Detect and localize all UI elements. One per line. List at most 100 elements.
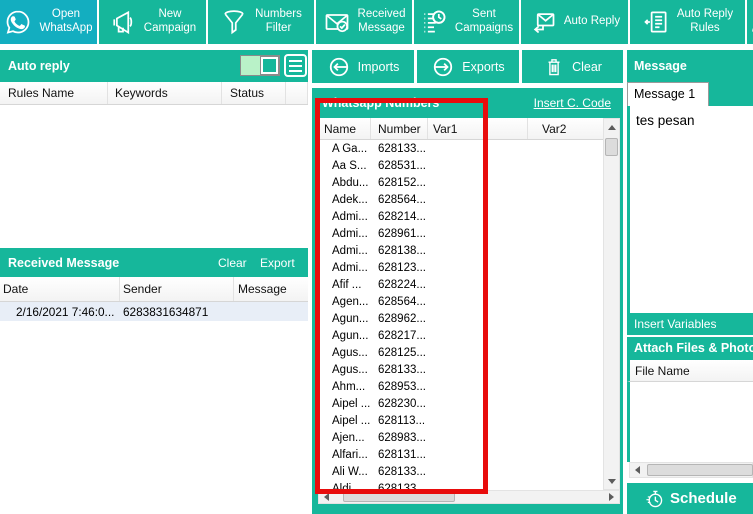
received-table-header: Date Sender Message (0, 277, 308, 302)
menu-icon[interactable] (284, 54, 307, 77)
received-message-button[interactable]: Received Message (316, 0, 412, 44)
received-table-rows: 2/16/2021 7:46:0...6283831634871 (0, 302, 308, 321)
scroll-left-button[interactable] (630, 463, 644, 477)
table-row[interactable]: Admi...628138... (318, 242, 603, 259)
insert-variables-button[interactable]: Insert Variables (627, 313, 753, 335)
cell-name: Admi... (318, 211, 371, 223)
column-header-var2[interactable]: Var2 (528, 118, 603, 139)
numbers-horizontal-scrollbar[interactable] (318, 490, 620, 504)
tab-message-1[interactable]: Message 1 (627, 82, 709, 106)
cell-name: Ahm... (318, 381, 371, 393)
exports-button[interactable]: Exports (417, 50, 519, 83)
column-header-status[interactable]: Status (222, 82, 286, 104)
column-header-date[interactable]: Date (0, 277, 120, 301)
table-row[interactable]: Admi...628214... (318, 208, 603, 225)
column-header-keywords[interactable]: Keywords (108, 82, 222, 104)
table-row[interactable]: Ahm...628953... (318, 378, 603, 395)
column-header-message[interactable]: Message (234, 277, 308, 301)
imports-label: Imports (358, 60, 400, 74)
numbers-vertical-scrollbar[interactable] (603, 118, 620, 490)
cell-number: 628131... (371, 449, 451, 461)
column-header-file-name[interactable]: File Name (630, 360, 753, 381)
table-row[interactable]: Agun...628962... (318, 310, 603, 327)
scroll-up-button[interactable] (604, 119, 619, 135)
vertical-scroll-thumb[interactable] (605, 138, 618, 156)
received-export-button[interactable]: Export (260, 256, 295, 270)
auto-reply-button[interactable]: Auto Reply (521, 0, 628, 44)
cell-name: Aa S... (318, 160, 371, 172)
cell-name: Aipel ... (318, 398, 371, 410)
table-row[interactable]: Aa S...628531... (318, 157, 603, 174)
message-text-area[interactable]: tes pesan (627, 106, 753, 313)
sent-campaigns-button[interactable]: Sent Campaigns (414, 0, 519, 44)
message-horizontal-scrollbar[interactable] (629, 462, 753, 478)
column-header-filler (286, 82, 308, 104)
arrow-down-icon (608, 479, 616, 484)
insert-country-code-link[interactable]: Insert C. Code (534, 96, 611, 110)
column-header-number[interactable]: Number (371, 118, 428, 139)
column-header-rules-name[interactable]: Rules Name (0, 82, 108, 104)
clear-numbers-button[interactable]: Clear (522, 50, 623, 83)
column-header-sender[interactable]: Sender (120, 277, 234, 301)
new-campaign-button[interactable]: New Campaign (99, 0, 206, 44)
table-row[interactable]: Agen...628564... (318, 293, 603, 310)
horizontal-scroll-thumb[interactable] (343, 492, 455, 502)
envelope-check-icon (323, 8, 351, 36)
table-row[interactable]: Aipel ...628113... (318, 412, 603, 429)
imports-button[interactable]: Imports (312, 50, 414, 83)
cell-number: 628962... (371, 313, 451, 325)
schedule-label: Schedule (670, 490, 737, 507)
cell-number: 628983... (371, 432, 451, 444)
table-row[interactable]: Abdu...628152... (318, 174, 603, 191)
table-row[interactable]: A Ga...628133... (318, 140, 603, 157)
cell-name: Agus... (318, 347, 371, 359)
table-row[interactable]: Ajen...628983... (318, 429, 603, 446)
scroll-down-button[interactable] (604, 473, 619, 489)
table-row[interactable]: Agus...628125... (318, 344, 603, 361)
attach-files-header: Attach Files & Photos (627, 337, 753, 360)
app-window: { "colors": { "teal": "#16b79b", "cyan":… (0, 0, 753, 514)
table-row[interactable]: Admi...628123... (318, 259, 603, 276)
table-row[interactable]: Aipel ...628230... (318, 395, 603, 412)
auto-reply-rules-button[interactable]: Auto Reply Rules (630, 0, 745, 44)
arrow-left-icon (635, 466, 640, 474)
cell-name: Abdu... (318, 177, 371, 189)
table-row[interactable]: Afif ...628224... (318, 276, 603, 293)
table-row[interactable]: Admi...628961... (318, 225, 603, 242)
cell-name: A Ga... (318, 143, 371, 155)
toolbar-button-label: Sent Campaigns (455, 8, 513, 36)
toolbar-button-label: Open WhatsApp (39, 8, 92, 36)
toolbar-button-label: Auto Reply Rules (677, 8, 733, 36)
auto-reply-panel-header: Auto reply (0, 50, 308, 82)
scroll-right-button[interactable] (604, 491, 619, 503)
schedule-button[interactable]: Schedule (627, 483, 753, 514)
message-panel-title: Message (634, 59, 687, 73)
whatsapp-numbers-title: Whatsapp Numbers (322, 96, 439, 110)
cell-number: 628564... (371, 296, 451, 308)
table-row[interactable]: Agus...628133... (318, 361, 603, 378)
auto-reply-toggle[interactable] (240, 55, 280, 76)
cell-date: 2/16/2021 7:46:0... (0, 305, 120, 319)
file-list-area[interactable] (627, 382, 753, 462)
scroll-left-button[interactable] (319, 491, 334, 503)
cell-number: 628230... (371, 398, 451, 410)
received-clear-button[interactable]: Clear (218, 256, 247, 270)
table-row[interactable]: 2/16/2021 7:46:0...6283831634871 (0, 302, 308, 321)
received-message-panel-title: Received Message (8, 256, 119, 270)
table-row[interactable]: Alfari...628131... (318, 446, 603, 463)
contacts-button[interactable] (747, 0, 753, 44)
numbers-filter-button[interactable]: Numbers Filter (208, 0, 314, 44)
column-header-var1[interactable]: Var1 (428, 118, 528, 139)
cell-number: 628953... (371, 381, 451, 393)
column-header-name[interactable]: Name (318, 118, 371, 139)
table-row[interactable]: Aldi...628133... (318, 480, 603, 490)
arrow-left-icon (324, 493, 329, 501)
cell-number: 628138... (371, 245, 451, 257)
table-row[interactable]: Ali W...628133... (318, 463, 603, 480)
toolbar-button-label: New Campaign (144, 8, 196, 36)
horizontal-scroll-thumb[interactable] (647, 464, 753, 476)
table-row[interactable]: Adek...628564... (318, 191, 603, 208)
cell-number: 628217... (371, 330, 451, 342)
table-row[interactable]: Agun...628217... (318, 327, 603, 344)
open-whatsapp-button[interactable]: Open WhatsApp (0, 0, 97, 44)
